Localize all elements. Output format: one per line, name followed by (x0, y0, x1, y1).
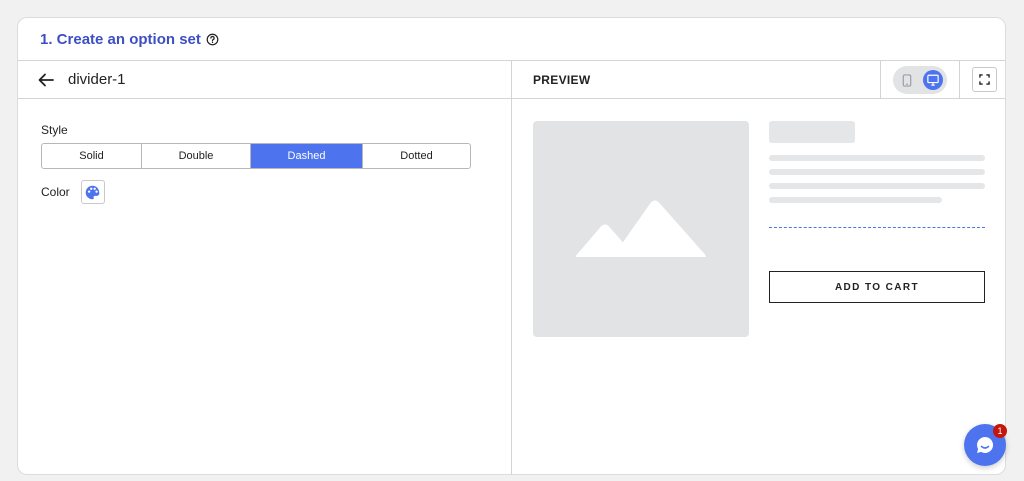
style-segmented-control: Solid Double Dashed Dotted (41, 143, 471, 169)
editor-pane: divider-1 Style Solid Double Dashed Dott… (18, 61, 512, 474)
device-toggle (880, 61, 960, 99)
style-option-dashed[interactable]: Dashed (251, 144, 363, 168)
arrow-left-icon[interactable] (38, 73, 54, 87)
style-option-solid[interactable]: Solid (42, 144, 142, 168)
style-option-dotted[interactable]: Dotted (363, 144, 470, 168)
skeleton-line (769, 169, 985, 175)
option-set-card: 1. Create an option set divider-1 Style … (17, 17, 1006, 475)
preview-label: PREVIEW (533, 72, 591, 87)
card-header: 1. Create an option set (18, 18, 1005, 61)
add-to-cart-button[interactable]: ADD TO CART (769, 271, 985, 303)
skeleton-line (769, 183, 985, 189)
style-option-double[interactable]: Double (142, 144, 251, 168)
skeleton-line (769, 197, 942, 203)
page-title: 1. Create an option set (40, 30, 201, 48)
mobile-icon[interactable] (897, 70, 917, 90)
expand-icon[interactable] (972, 67, 997, 92)
question-circle-icon[interactable] (206, 33, 219, 46)
desktop-icon[interactable] (923, 70, 943, 90)
skeleton-title (769, 121, 855, 143)
image-placeholder-icon (533, 121, 749, 337)
editor-header: divider-1 (18, 61, 511, 99)
style-label: Style (41, 123, 68, 137)
preview-pane: PREVIEW ADD TO CART (512, 61, 1005, 474)
divider-preview (769, 227, 985, 228)
palette-icon[interactable] (80, 180, 105, 204)
color-label: Color (41, 185, 70, 199)
notification-badge: 1 (993, 424, 1007, 438)
item-name: divider-1 (68, 71, 126, 88)
skeleton-line (769, 155, 985, 161)
